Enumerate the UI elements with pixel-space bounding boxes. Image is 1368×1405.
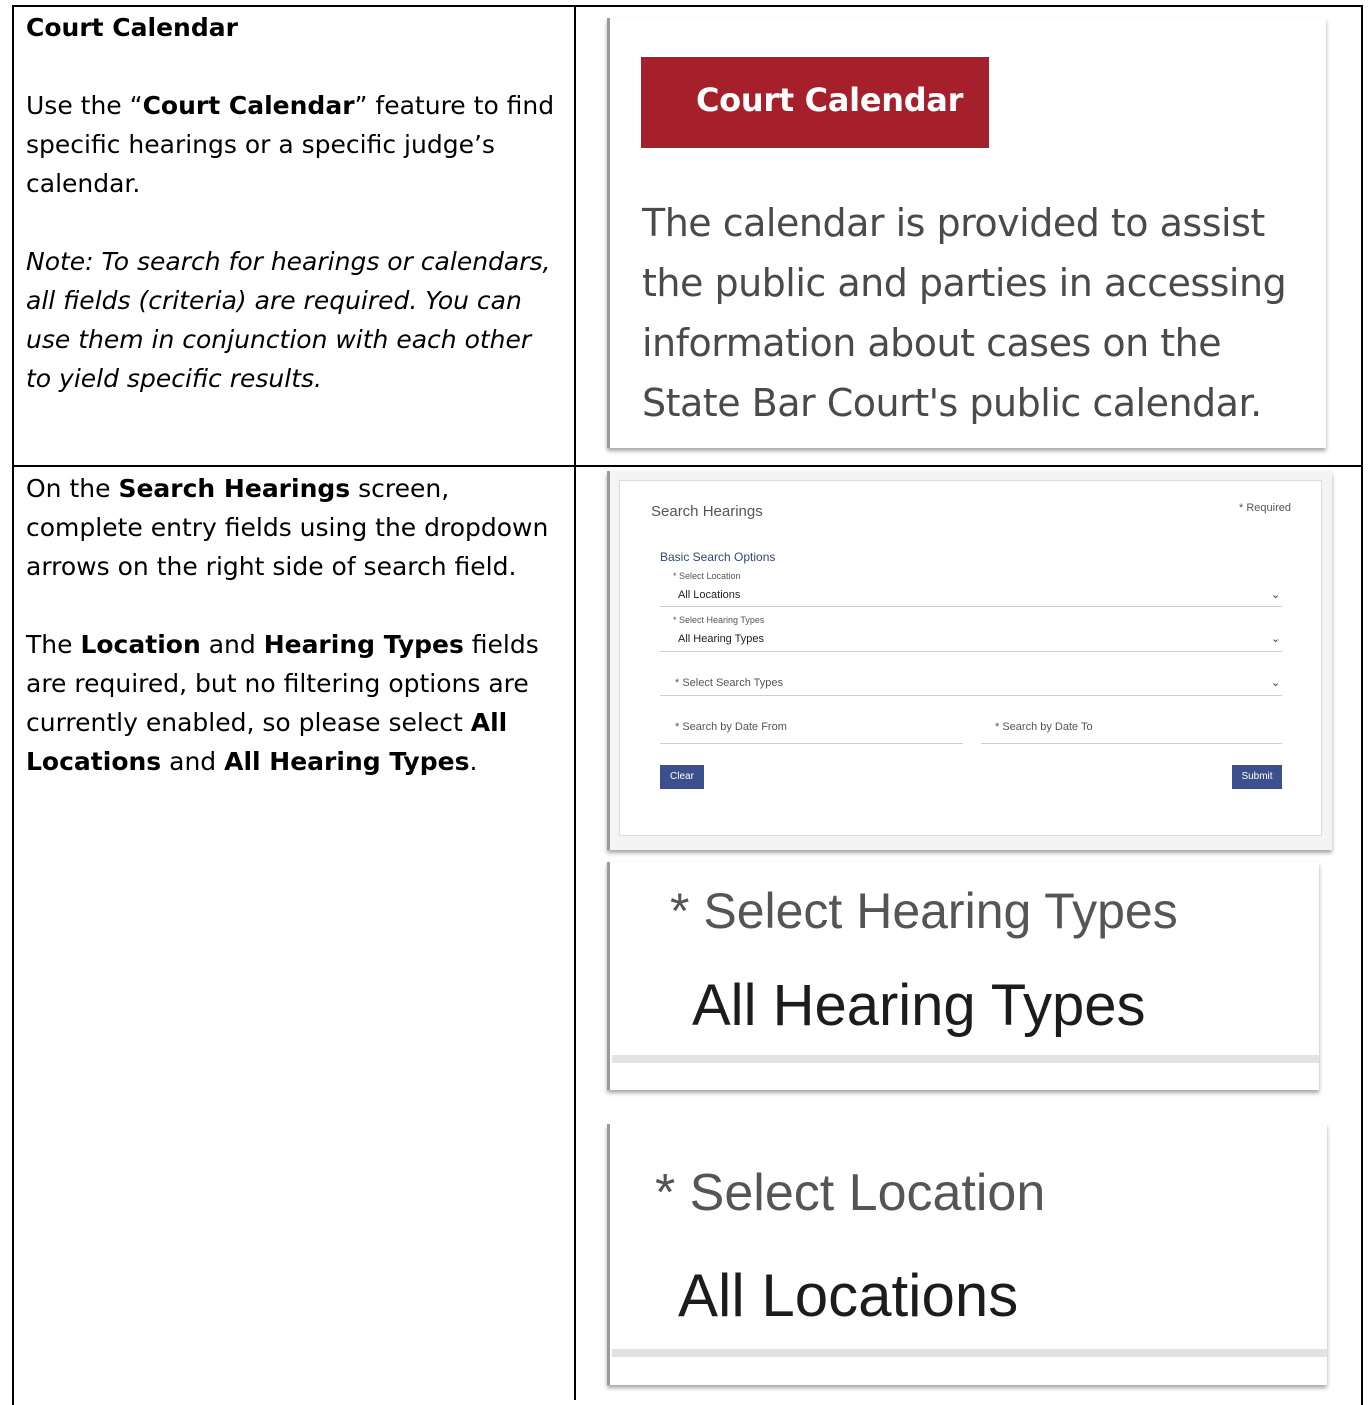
required-note: * Required [1239, 502, 1291, 514]
chevron-down-icon[interactable]: ⌄ [1271, 676, 1280, 689]
submit-button[interactable]: Submit [1232, 765, 1282, 789]
hearing-types-label: * Select Hearing Types [673, 615, 765, 625]
zoom-hearing-underline [612, 1055, 1319, 1063]
basic-search-options-heading: Basic Search Options [660, 550, 776, 564]
location-select[interactable]: All Locations [678, 589, 740, 601]
intro-text-pre: Use the “ [26, 91, 143, 120]
row1-note: Note: To search for hearings or calendar… [26, 247, 551, 393]
zoom-location-label: * Select Location [655, 1164, 1046, 1222]
row1-heading: Court Calendar [26, 13, 238, 42]
column-divider [574, 5, 576, 1400]
chevron-down-icon[interactable]: ⌄ [1271, 632, 1280, 645]
row1-instructions: Court Calendar Use the “Court Calendar” … [26, 8, 561, 398]
chevron-down-icon[interactable]: ⌄ [1271, 588, 1280, 601]
p2-bold-location: Location [80, 630, 201, 659]
row2-para2: The Location and Hearing Types fields ar… [26, 625, 561, 781]
p2-pre: The [26, 630, 81, 659]
search-hearings-title: Search Hearings [651, 503, 763, 520]
court-calendar-banner: Court Calendar [641, 57, 989, 148]
p1-pre: On the [26, 474, 119, 503]
date-from-underline [660, 743, 963, 744]
search-hearings-form: Search Hearings * Required Basic Search … [619, 480, 1322, 836]
zoom-location-underline [612, 1349, 1327, 1357]
location-underline [660, 606, 1282, 607]
location-label: * Select Location [673, 571, 741, 581]
p1-bold-search-hearings: Search Hearings [118, 474, 351, 503]
court-calendar-description: The calendar is provided to assist the p… [642, 201, 1287, 425]
p2-mid1: and [200, 630, 264, 659]
p2-bold-hearing-types: Hearing Types [263, 630, 464, 659]
p2-bold-all-hearing-types: All Hearing Types [224, 747, 470, 776]
zoom-hearing-value: All Hearing Types [692, 973, 1146, 1038]
hearing-types-underline [660, 651, 1282, 652]
row2-instructions: On the Search Hearings screen, complete … [26, 469, 561, 781]
search-types-select[interactable]: * Select Search Types [675, 677, 783, 689]
hearing-types-select[interactable]: All Hearing Types [678, 633, 764, 645]
p2-end: . [469, 747, 478, 776]
zoom-hearing-label: * Select Hearing Types [670, 883, 1178, 939]
date-to-input[interactable]: * Search by Date To [995, 721, 1093, 733]
zoom-location-value: All Locations [678, 1262, 1019, 1329]
date-from-input[interactable]: * Search by Date From [675, 721, 787, 733]
row1-intro: Use the “Court Calendar” feature to find… [26, 86, 561, 203]
clear-button[interactable]: Clear [660, 765, 704, 789]
row-divider [12, 465, 1363, 467]
p2-mid3: and [161, 747, 225, 776]
intro-bold-court-calendar: Court Calendar [142, 91, 355, 120]
date-to-underline [981, 743, 1282, 744]
search-types-underline [660, 695, 1282, 696]
row2-para1: On the Search Hearings screen, complete … [26, 469, 561, 586]
